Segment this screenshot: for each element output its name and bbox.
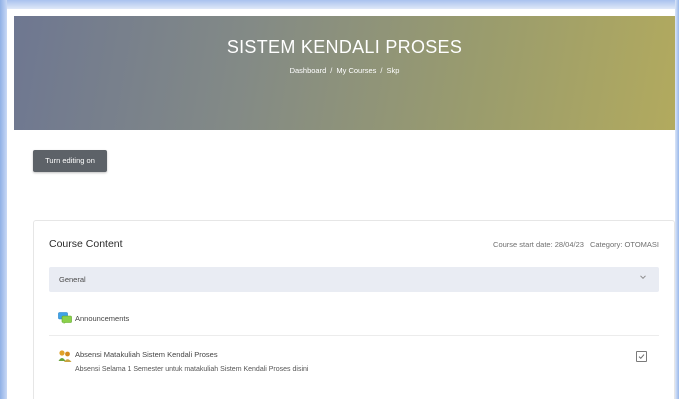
window-frame-left [0, 0, 7, 399]
breadcrumb-separator: / [380, 66, 383, 75]
forum-icon [58, 311, 72, 324]
course-header: SISTEM KENDALI PROSES Dashboard / My Cours… [14, 16, 675, 130]
attendance-icon [58, 349, 72, 362]
breadcrumb-current-course: Skp [386, 66, 400, 75]
breadcrumb-dashboard[interactable]: Dashboard [290, 66, 327, 75]
course-start-date: Course start date: 28/04/23 [493, 240, 584, 249]
chevron-down-icon[interactable] [639, 273, 647, 283]
breadcrumb-separator: / [330, 66, 333, 75]
breadcrumb: Dashboard / My Courses / Skp [14, 66, 675, 75]
breadcrumb-my-courses[interactable]: My Courses [336, 66, 376, 75]
course-content-heading: Course Content [49, 238, 123, 250]
page: SISTEM KENDALI PROSES Dashboard / My Cours… [0, 0, 679, 399]
attendance-link[interactable]: Absensi Matakuliah Sistem Kendali Proses [75, 350, 218, 359]
activity-attendance: Absensi Matakuliah Sistem Kendali Proses… [49, 343, 659, 385]
attendance-description: Absensi Selama 1 Semester untuk matakuli… [75, 366, 309, 373]
page-title: SISTEM KENDALI PROSES [226, 37, 463, 57]
announcements-link[interactable]: Announcements [75, 314, 129, 323]
turn-editing-on-button[interactable]: Turn editing on [33, 150, 107, 172]
section-label: General [59, 275, 86, 284]
completion-checkbox-icon[interactable] [636, 351, 647, 362]
course-category: Category: OTOMASI [589, 240, 659, 249]
course-meta: Course start date: 28/04/23 Category: OTO… [493, 240, 659, 249]
window-frame-top [0, 0, 679, 9]
course-content-card: Course Content Course start date: 28/04/… [33, 220, 675, 399]
window-frame-right [675, 0, 679, 399]
activity-announcements: Announcements [49, 305, 659, 336]
section-general-toggle[interactable]: General [49, 267, 659, 292]
